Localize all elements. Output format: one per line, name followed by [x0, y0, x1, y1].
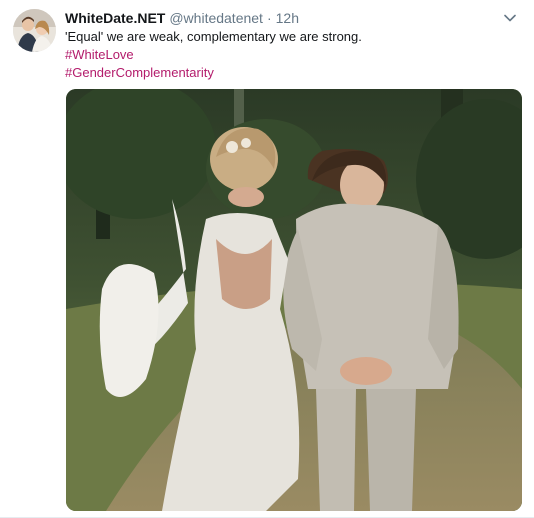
tweet-text: 'Equal' we are weak, complementary we ar… [65, 29, 362, 44]
display-name[interactable]: WhiteDate.NET [65, 10, 165, 26]
chevron-down-icon[interactable] [502, 10, 518, 26]
user-handle[interactable]: @whitedatenet [169, 10, 263, 26]
hashtag-whitelove[interactable]: #WhiteLove [65, 46, 522, 64]
avatar-photo-icon [13, 9, 56, 52]
tweet[interactable]: WhiteDate.NET @whitedatenet · 12h 'Equal' w… [0, 0, 534, 518]
timestamp[interactable]: 12h [276, 10, 299, 26]
wedding-couple-photo [66, 89, 522, 511]
separator-dot: · [266, 10, 272, 26]
hashtag-gendercomplementarity[interactable]: #GenderComplementarity [65, 64, 522, 82]
tweet-media-image[interactable] [66, 89, 522, 511]
avatar[interactable] [13, 9, 56, 52]
